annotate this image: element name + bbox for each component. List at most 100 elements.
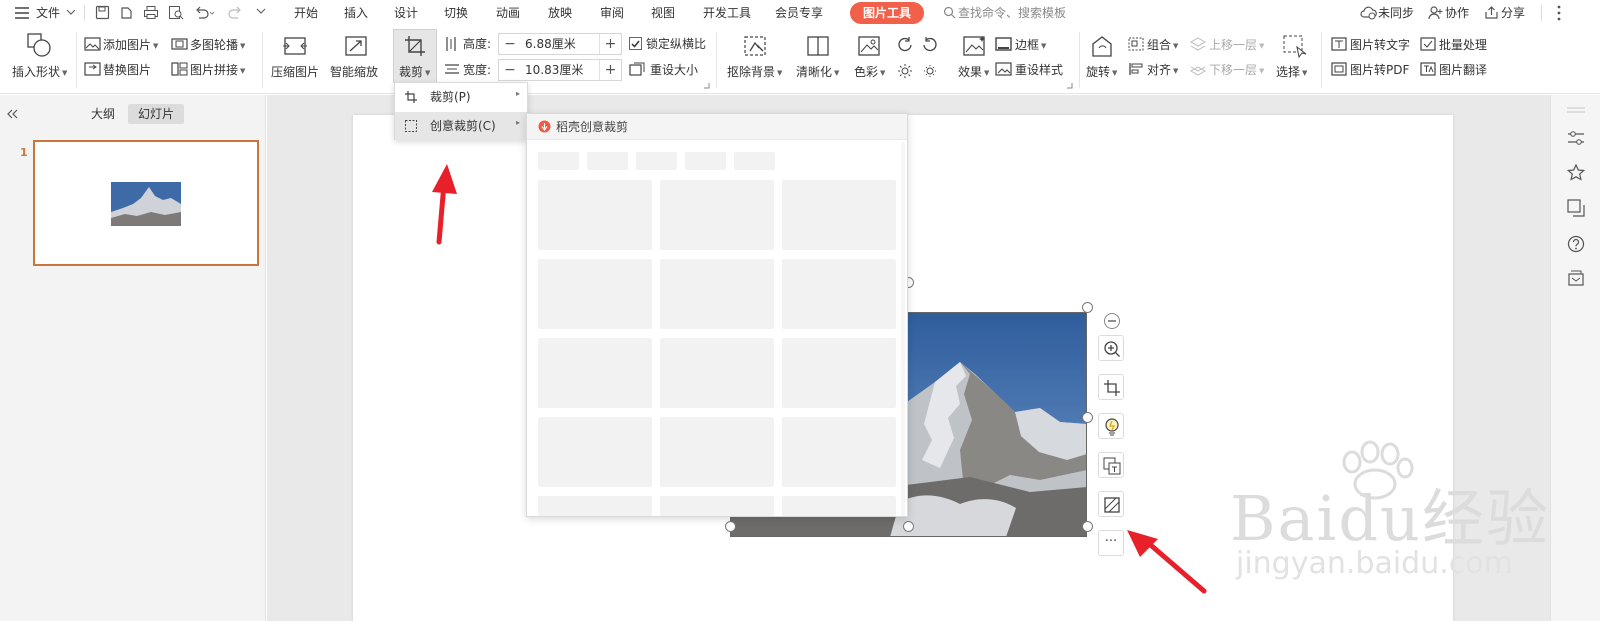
resize-handle-bottom-left[interactable]: [725, 521, 736, 532]
height-value[interactable]: 6.88厘米: [525, 34, 576, 54]
dialog-launcher-icon[interactable]: [703, 82, 710, 89]
smart-scale-icon[interactable]: [343, 34, 369, 58]
align-button[interactable]: 对齐 ▼: [1147, 62, 1178, 79]
group-icon[interactable]: [1128, 37, 1144, 51]
print-icon[interactable]: [143, 5, 159, 20]
insert-shape-icon[interactable]: [26, 32, 52, 58]
tab-2[interactable]: 设计: [394, 4, 418, 22]
print-preview-icon[interactable]: [168, 5, 184, 20]
crop-shape-tile[interactable]: [538, 338, 652, 408]
color-button[interactable]: 色彩 ▼: [854, 64, 885, 81]
resize-handle-top-right[interactable]: [1082, 302, 1093, 313]
group-button[interactable]: 组合 ▼: [1147, 37, 1178, 54]
drag-handle-icon[interactable]: [1567, 107, 1585, 113]
pic-to-text-button[interactable]: 图片转文字: [1350, 37, 1410, 53]
help-icon[interactable]: [1567, 235, 1585, 253]
slide-thumbnail[interactable]: [33, 140, 259, 266]
rotate-left-icon[interactable]: [897, 36, 913, 52]
share-button[interactable]: 分享: [1501, 4, 1525, 22]
customize-chevron-icon[interactable]: [256, 8, 266, 16]
collapse-toolbar-icon[interactable]: [1103, 312, 1121, 330]
reset-size-icon[interactable]: [629, 62, 645, 76]
replace-picture-button[interactable]: 替换图片: [103, 62, 151, 78]
reset-style-button[interactable]: 重设样式: [1015, 62, 1063, 78]
smart-scale-button[interactable]: 智能缩放: [330, 64, 378, 80]
sharpen-icon[interactable]: [805, 34, 831, 58]
color-adjust-icon[interactable]: [857, 34, 881, 58]
crop-shape-tile[interactable]: [782, 180, 896, 250]
pic-translate-button[interactable]: 图片翻译: [1439, 62, 1487, 78]
crop-shape-tile[interactable]: [660, 417, 774, 487]
tab-1[interactable]: 插入: [344, 4, 368, 22]
collab-icon[interactable]: [1428, 5, 1443, 20]
reset-style-icon[interactable]: [995, 62, 1012, 76]
category-chip[interactable]: [636, 152, 677, 170]
export-icon[interactable]: [119, 5, 134, 20]
chevron-down-icon[interactable]: [66, 9, 76, 16]
tab-7[interactable]: 视图: [651, 4, 675, 22]
lock-ratio-checkbox[interactable]: [629, 37, 642, 50]
align-icon[interactable]: [1128, 62, 1144, 76]
properties-icon[interactable]: [1567, 129, 1585, 147]
pic-to-text-icon[interactable]: [1331, 37, 1347, 51]
add-picture-icon[interactable]: [84, 37, 101, 51]
tab-0[interactable]: 开始: [294, 4, 318, 22]
file-menu[interactable]: 文件: [36, 4, 60, 22]
crop-shape-tile[interactable]: [782, 496, 896, 516]
width-input[interactable]: − 10.83厘米 +: [498, 59, 622, 81]
crop-label[interactable]: 裁剪 ▼: [399, 64, 430, 81]
share-icon[interactable]: [1484, 5, 1499, 20]
tab-picture-tools[interactable]: 图片工具: [850, 2, 924, 24]
crop-icon[interactable]: [403, 34, 427, 58]
crop-shape-tile[interactable]: [660, 496, 774, 516]
tab-8[interactable]: 开发工具: [703, 4, 751, 22]
hamburger-icon[interactable]: [14, 6, 30, 20]
crop-shape-tile[interactable]: [538, 259, 652, 329]
command-search[interactable]: 查找命令、搜索模板: [958, 4, 1066, 22]
crop-shape-tile[interactable]: [660, 338, 774, 408]
picture-to-text-float-button[interactable]: [1098, 452, 1124, 478]
animation-star-icon[interactable]: [1567, 164, 1585, 182]
pic-to-pdf-button[interactable]: 图片转PDF: [1350, 62, 1409, 78]
crop-shape-tile[interactable]: [782, 259, 896, 329]
splice-icon[interactable]: [171, 62, 188, 76]
crop-shape-tile[interactable]: [538, 417, 652, 487]
remove-background-button[interactable]: 抠除背景 ▼: [727, 64, 782, 81]
tab-9[interactable]: 会员专享: [775, 4, 823, 22]
brightness-down-icon[interactable]: [922, 63, 938, 79]
decrease-icon[interactable]: −: [499, 34, 521, 54]
effects-icon[interactable]: [962, 34, 988, 58]
category-chip[interactable]: [538, 152, 579, 170]
insert-shape-label[interactable]: 插入形状 ▼: [12, 64, 67, 81]
crop-shape-tile[interactable]: [782, 417, 896, 487]
multi-carousel-button[interactable]: 多图轮播 ▼: [190, 37, 245, 54]
carousel-icon[interactable]: [171, 37, 188, 51]
crop-float-button[interactable]: [1098, 374, 1124, 400]
rotate-right-icon[interactable]: [922, 36, 938, 52]
more-vertical-icon[interactable]: [1556, 4, 1562, 22]
picture-splice-button[interactable]: 图片拼接 ▼: [190, 62, 245, 79]
rotate-button[interactable]: 旋转 ▼: [1086, 64, 1117, 81]
transition-icon[interactable]: [1567, 199, 1585, 217]
rotate-icon[interactable]: [1089, 34, 1115, 58]
add-picture-button[interactable]: 添加图片 ▼: [103, 37, 158, 54]
zoom-in-button[interactable]: [1098, 335, 1124, 361]
pic-translate-icon[interactable]: [1420, 62, 1436, 76]
more-options-button[interactable]: ···: [1098, 530, 1124, 556]
category-chip[interactable]: [587, 152, 628, 170]
height-input[interactable]: − 6.88厘米 +: [498, 33, 622, 55]
submenu-scrollbar[interactable]: [901, 142, 905, 516]
brightness-up-icon[interactable]: [897, 63, 913, 79]
picture-style-float-button[interactable]: [1098, 491, 1124, 517]
redo-icon[interactable]: [228, 5, 243, 20]
menu-item-crop[interactable]: 裁剪(P) ▸: [395, 83, 527, 111]
compress-picture-icon[interactable]: [282, 34, 308, 58]
tab-4[interactable]: 动画: [496, 4, 520, 22]
cloud-sync-icon[interactable]: [1360, 5, 1377, 20]
crop-shape-tile[interactable]: [782, 338, 896, 408]
tab-slides[interactable]: 幻灯片: [128, 104, 184, 124]
crop-shape-tile[interactable]: [538, 180, 652, 250]
compress-picture-button[interactable]: 压缩图片: [271, 64, 319, 80]
select-button[interactable]: 选择 ▼: [1276, 64, 1307, 81]
effects-button[interactable]: 效果 ▼: [958, 64, 989, 81]
